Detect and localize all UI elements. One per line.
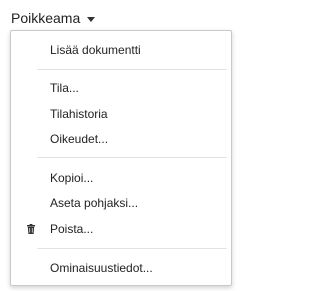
- menu-item-tila[interactable]: Tila...: [11, 77, 231, 99]
- menu-item-label: Poista...: [50, 222, 94, 236]
- menu-item-label: Oikeudet...: [50, 132, 109, 146]
- menu-separator: [37, 248, 227, 249]
- menu-item-lisaa-dokumentti[interactable]: Lisää dokumentti: [11, 39, 231, 61]
- menu-item-label: Kopioi...: [50, 171, 94, 185]
- menu-item-aseta-pohjaksi[interactable]: Aseta pohjaksi...: [11, 192, 231, 214]
- menu-item-label: Ominaisuustiedot...: [50, 261, 153, 275]
- dropdown-menu: Lisää dokumentti Tila... Tilahistoria Oi…: [10, 30, 232, 286]
- menu-item-ominaisuustiedot[interactable]: Ominaisuustiedot...: [11, 257, 231, 279]
- dropdown-label: Poikkeama: [11, 10, 81, 26]
- caret-down-icon: [87, 16, 96, 22]
- menu-separator: [37, 69, 227, 70]
- menu-item-label: Lisää dokumentti: [50, 43, 141, 57]
- menu-item-label: Aseta pohjaksi...: [50, 196, 139, 210]
- menu-item-tilahistoria[interactable]: Tilahistoria: [11, 103, 231, 125]
- menu-item-poista[interactable]: Poista...: [11, 218, 231, 240]
- menu-item-kopioi[interactable]: Kopioi...: [11, 167, 231, 189]
- menu-item-label: Tilahistoria: [50, 107, 108, 121]
- menu-item-oikeudet[interactable]: Oikeudet...: [11, 128, 231, 150]
- trash-icon: [27, 224, 35, 234]
- menu-separator: [37, 157, 227, 158]
- poikkeama-dropdown-button[interactable]: Poikkeama: [11, 8, 96, 28]
- menu-item-label: Tila...: [50, 81, 79, 95]
